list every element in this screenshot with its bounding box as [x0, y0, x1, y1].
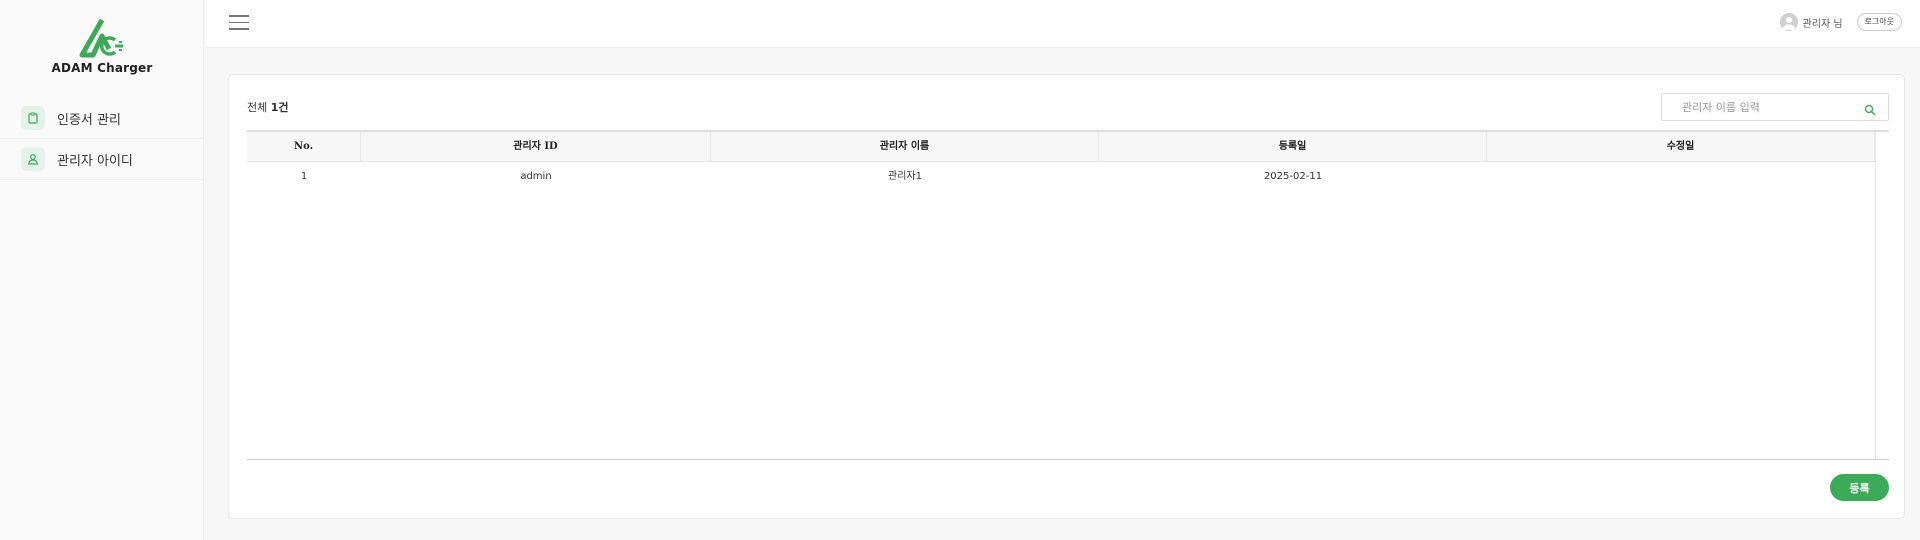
table-header: No. 관리자 ID 관리자 이름 등록일 수정일 — [247, 132, 1889, 162]
total-count-label: 전체 — [247, 101, 268, 114]
avatar-icon — [1779, 13, 1798, 31]
cell-admin-id: admin — [520, 171, 552, 182]
total-count-value: 1건 — [270, 101, 289, 114]
total-count: 전체 1건 — [247, 99, 289, 115]
column-header-no[interactable]: No. — [247, 132, 361, 161]
user-icon — [21, 147, 45, 171]
cell-registered: 2025-02-11 — [1263, 171, 1323, 182]
search-icon[interactable] — [1864, 101, 1876, 120]
user-name: 관리자 님 — [1802, 18, 1843, 30]
adam-charger-logo-icon — [79, 18, 123, 58]
sidebar-item-certificates[interactable]: 인증서 관리 — [0, 98, 204, 139]
logo-text: ADAM Charger — [51, 61, 153, 75]
vertical-scrollbar[interactable] — [1875, 132, 1889, 459]
sidebar-item-label: 관리자 아이디 — [57, 153, 133, 169]
topbar: 관리자 님 로그아웃 — [205, 0, 1920, 48]
search-input[interactable] — [1682, 99, 1862, 115]
table-row[interactable]: 1 admin 관리자1 2025-02-11 — [247, 162, 1889, 192]
column-header-admin-name[interactable]: 관리자 이름 — [711, 132, 1099, 161]
cell-modified — [1487, 162, 1875, 192]
sidebar-nav: 인증서 관리 관리자 아이디 — [0, 98, 204, 180]
column-header-admin-id[interactable]: 관리자 ID — [361, 132, 711, 161]
column-header-modified[interactable]: 수정일 — [1487, 132, 1875, 161]
sidebar-item-admin-ids[interactable]: 관리자 아이디 — [0, 139, 204, 180]
admin-table: No. 관리자 ID 관리자 이름 등록일 수정일 1 admin 관리자1 2… — [247, 130, 1889, 460]
column-header-registered[interactable]: 등록일 — [1099, 132, 1487, 161]
cell-no: 1 — [300, 171, 308, 182]
register-button[interactable]: 등록 — [1830, 474, 1889, 501]
admin-list-card: 전체 1건 No. 관리자 ID 관리자 이름 등록일 수정일 1 admin … — [228, 74, 1905, 519]
clipboard-icon — [21, 106, 45, 130]
sidebar-item-label: 인증서 관리 — [57, 112, 121, 128]
sidebar: ADAM Charger 인증서 관리 관리자 아이디 — [0, 0, 204, 540]
logo[interactable]: ADAM Charger — [0, 18, 204, 75]
user-area: 관리자 님 로그아웃 — [1779, 13, 1902, 31]
cell-admin-name: 관리자1 — [888, 171, 922, 182]
hamburger-icon[interactable] — [229, 15, 249, 31]
search-box — [1661, 93, 1889, 121]
logout-button[interactable]: 로그아웃 — [1856, 13, 1902, 31]
